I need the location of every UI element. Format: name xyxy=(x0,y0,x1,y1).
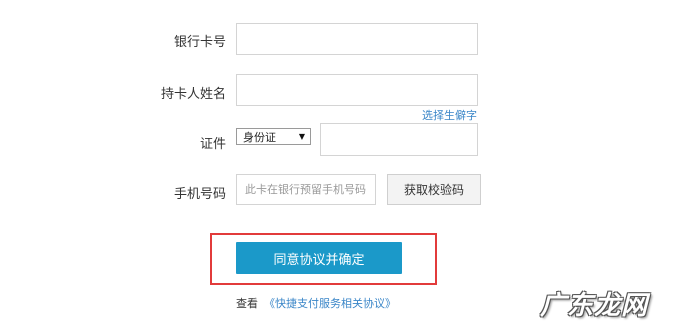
footer-view-text: 查看 xyxy=(236,297,258,310)
confirm-button[interactable]: 同意协议并确定 xyxy=(236,242,402,274)
watermark-logo: 广东龙网 xyxy=(540,291,649,321)
card-number-label: 银行卡号 xyxy=(173,35,226,50)
id-number-input[interactable] xyxy=(320,123,478,156)
holder-name-input[interactable] xyxy=(236,74,478,106)
rare-char-link[interactable]: 选择生僻字 xyxy=(422,107,477,123)
holder-name-label: 持卡人姓名 xyxy=(160,87,226,102)
card-number-input[interactable] xyxy=(236,23,478,55)
get-code-button[interactable]: 获取校验码 xyxy=(387,174,481,205)
id-type-select[interactable]: 身份证 ▼ xyxy=(236,128,311,145)
phone-label: 手机号码 xyxy=(173,187,226,202)
phone-input[interactable] xyxy=(236,174,376,205)
id-doc-label: 证件 xyxy=(199,137,226,152)
id-type-value: 身份证 xyxy=(243,130,276,144)
agreement-link[interactable]: 《快捷支付服务相关协议》 xyxy=(264,297,396,310)
triangle-down-icon: ▼ xyxy=(298,132,305,141)
footer-agreement: 查看 《快捷支付服务相关协议》 xyxy=(236,295,396,311)
